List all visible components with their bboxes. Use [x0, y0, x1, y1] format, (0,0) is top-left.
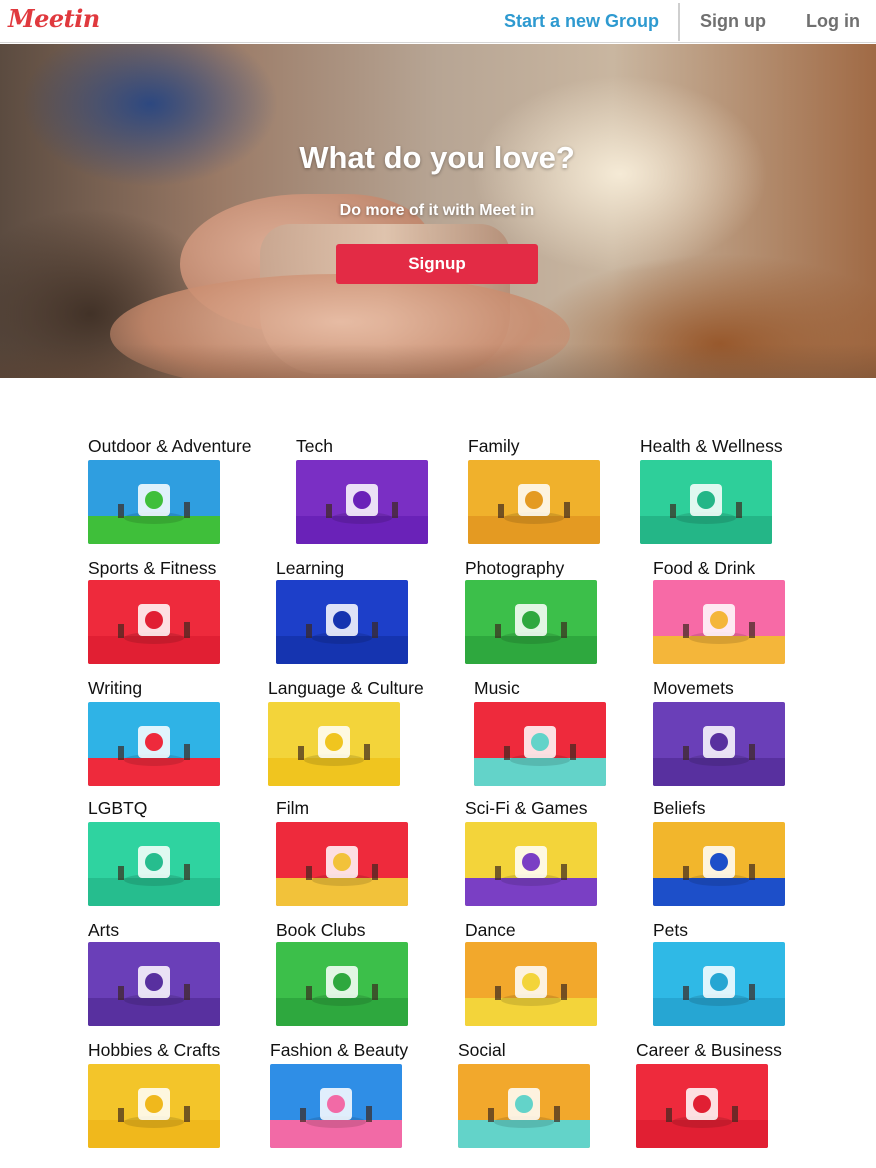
- dancing-crowd-illustration[interactable]: [458, 1064, 590, 1148]
- log-in-link[interactable]: Log in: [806, 11, 860, 32]
- category-label: Hobbies & Crafts: [88, 1040, 221, 1060]
- nav-divider: [678, 3, 680, 41]
- business-people-illustration[interactable]: [636, 1064, 768, 1148]
- category-label: Arts: [88, 920, 120, 940]
- category-label: Health & Wellness: [640, 436, 783, 456]
- category-label: Career & Business: [636, 1040, 782, 1060]
- category-label: Dance: [465, 920, 516, 940]
- computer-illustration[interactable]: [296, 460, 428, 544]
- brain-lifting-illustration[interactable]: [276, 580, 408, 664]
- category-label: Sci-Fi & Games: [465, 798, 588, 818]
- category-label: Book Clubs: [276, 920, 366, 940]
- top-nav: Meetin Start a new Group Sign up Log in: [0, 0, 876, 43]
- card-house-illustration[interactable]: [465, 822, 597, 906]
- category-label: Sports & Fitness: [88, 558, 217, 578]
- unicorn-rainbow-illustration[interactable]: [88, 822, 220, 906]
- heart-organ-illustration[interactable]: [640, 460, 772, 544]
- hero-signup-button[interactable]: Signup: [336, 244, 538, 284]
- protest-signs-illustration[interactable]: [653, 702, 785, 786]
- category-label: Learning: [276, 558, 345, 578]
- category-label: Tech: [296, 436, 333, 456]
- popcorn-tv-illustration[interactable]: [276, 822, 408, 906]
- dancer-illustration[interactable]: [465, 942, 597, 1026]
- category-label: Photography: [465, 558, 565, 578]
- category-label: Outdoor & Adventure: [88, 436, 252, 456]
- weightlifters-illustration[interactable]: [88, 580, 220, 664]
- sign-up-link[interactable]: Sign up: [700, 11, 766, 32]
- praying-hands-illustration[interactable]: [653, 822, 785, 906]
- category-label: LGBTQ: [88, 798, 148, 818]
- category-label: Pets: [653, 920, 689, 940]
- book-readers-illustration[interactable]: [276, 942, 408, 1026]
- category-label: Food & Drink: [653, 558, 756, 578]
- hero-title: What do you love?: [299, 140, 575, 175]
- category-label: Social: [458, 1040, 506, 1060]
- category-label: Family: [468, 436, 520, 456]
- sushi-illustration[interactable]: [653, 580, 785, 664]
- hero-banner: What do you love? Do more of it with Mee…: [0, 44, 876, 378]
- embroidery-hoop-illustration[interactable]: [88, 1064, 220, 1148]
- hero-shadow: [0, 344, 876, 378]
- fashion-model-illustration[interactable]: [270, 1064, 402, 1148]
- typewriter-illustration[interactable]: [88, 702, 220, 786]
- category-label: Fashion & Beauty: [270, 1040, 409, 1060]
- boombox-illustration[interactable]: [474, 702, 606, 786]
- category-label: Beliefs: [653, 798, 706, 818]
- tent-bear-illustration[interactable]: [88, 460, 220, 544]
- category-label: Film: [276, 798, 310, 818]
- pet-costumes-illustration[interactable]: [653, 942, 785, 1026]
- meetin-logo[interactable]: Meetin: [8, 4, 100, 33]
- baby-highchair-illustration[interactable]: [468, 460, 600, 544]
- category-label: Movemets: [653, 678, 734, 698]
- hero-subtitle: Do more of it with Meet in: [339, 202, 535, 219]
- instant-camera-illustration[interactable]: [465, 580, 597, 664]
- category-label: Language & Culture: [268, 678, 424, 698]
- painting-easel-illustration[interactable]: [88, 942, 220, 1026]
- category-label: Writing: [88, 678, 143, 698]
- start-new-group-link[interactable]: Start a new Group: [504, 11, 659, 32]
- category-label: Music: [474, 678, 520, 698]
- speech-bubbles-illustration[interactable]: [268, 702, 400, 786]
